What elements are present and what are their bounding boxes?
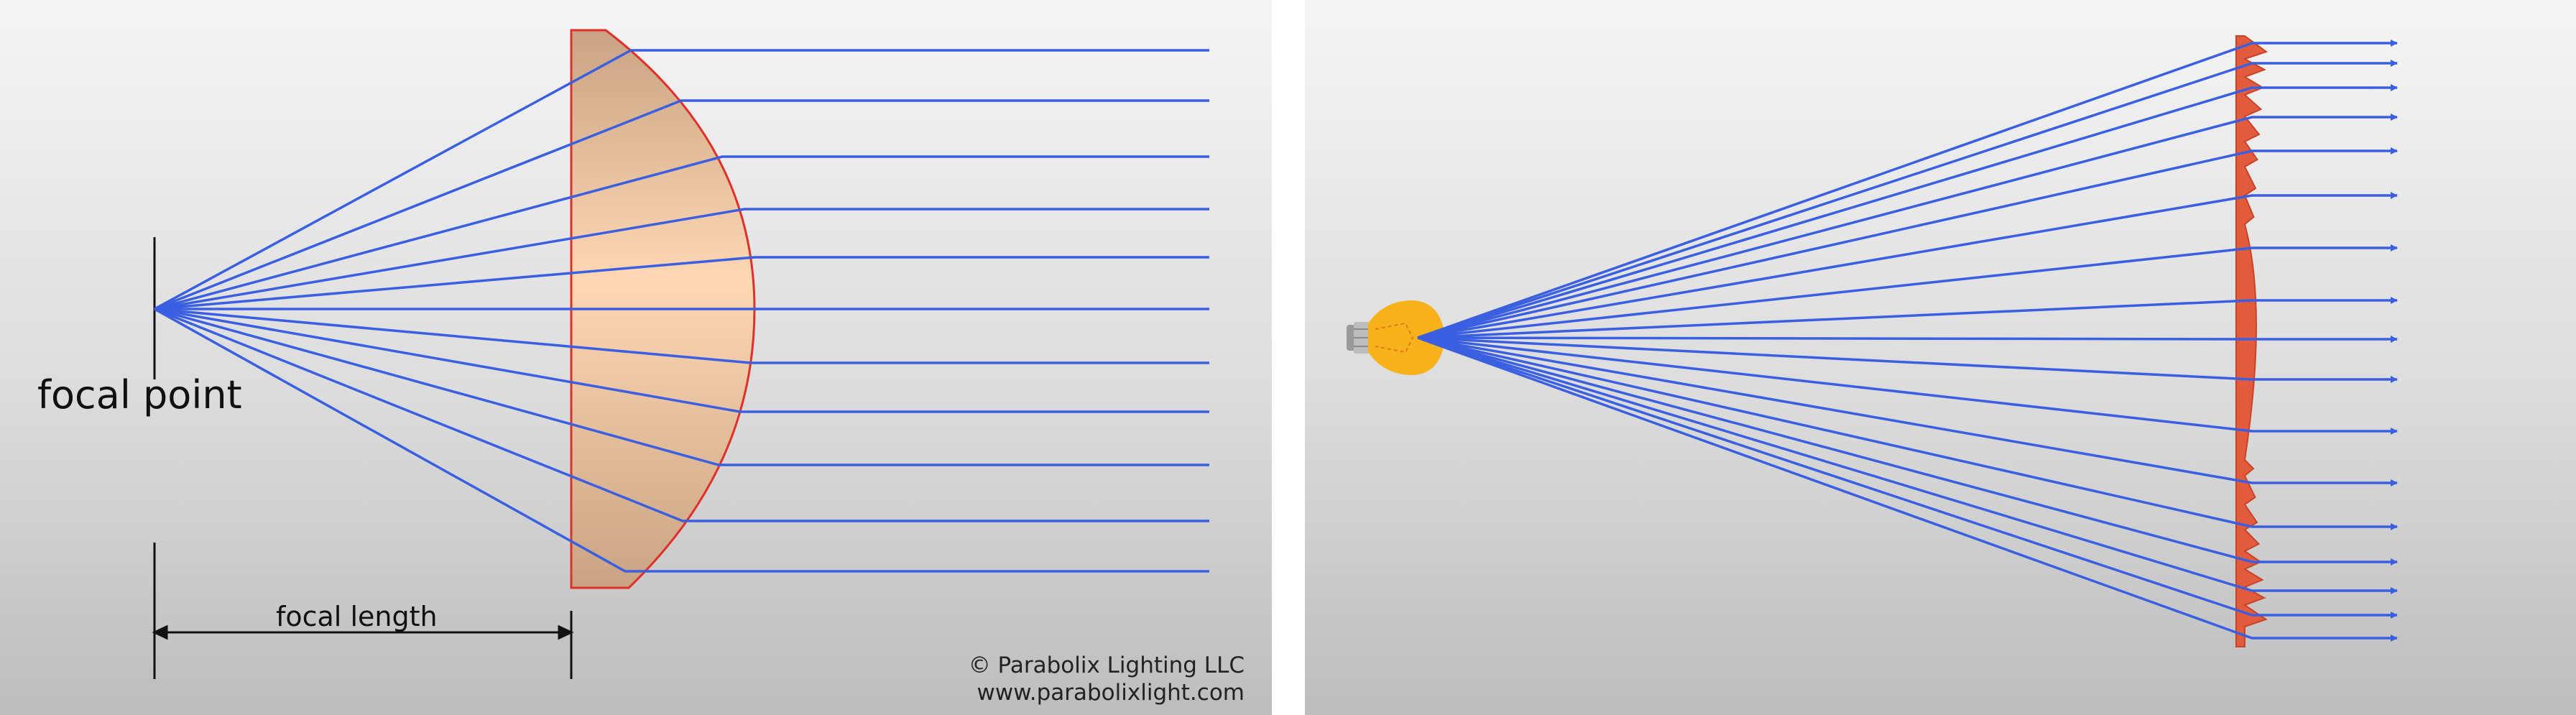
left-diagram-panel: focal point focal length © Parabolix Lig… <box>0 0 1272 715</box>
light-ray-arrow <box>1417 336 2398 343</box>
fresnel-lens-diagram <box>1347 35 2398 647</box>
focal-point-label: focal point <box>37 372 242 418</box>
plano-convex-lens-diagram <box>152 29 1209 679</box>
right-diagram-panel <box>1305 0 2576 715</box>
copyright-text: © Parabolix Lighting LLC <box>968 652 1245 678</box>
website-text: www.parabolixlight.com <box>977 680 1245 706</box>
focal-length-label: focal length <box>276 601 438 632</box>
fresnel-lens <box>2235 35 2268 647</box>
